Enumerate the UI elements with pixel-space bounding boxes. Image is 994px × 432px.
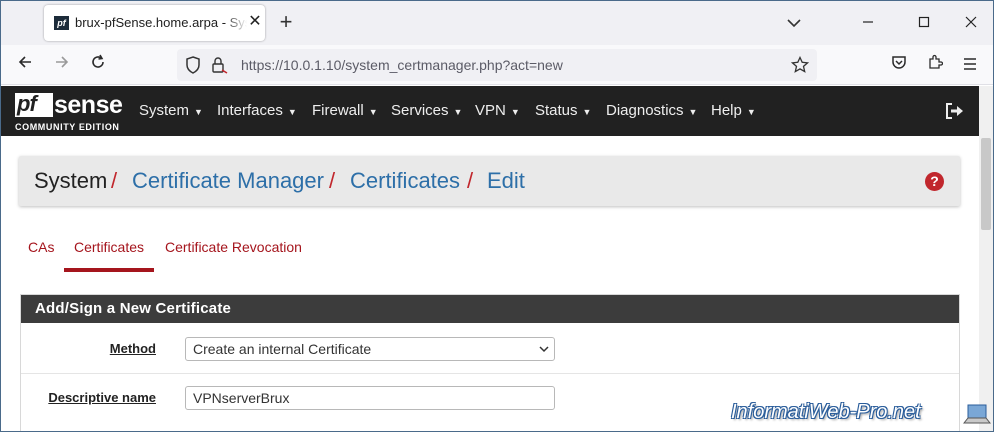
breadcrumb-separator: /: [111, 168, 118, 193]
caret-down-icon: ▼: [453, 107, 463, 117]
address-bar[interactable]: https://10.0.1.10/system_certmanager.php…: [177, 49, 817, 81]
menu-status-label: Status: [535, 102, 578, 119]
logo-edition: COMMUNITY EDITION: [15, 122, 120, 132]
active-tab-underline: [64, 268, 154, 272]
pocket-icon[interactable]: [887, 53, 911, 77]
breadcrumb: System / Certificate Manager / Certifica…: [19, 156, 960, 206]
main-content: System / Certificate Manager / Certifica…: [1, 137, 979, 431]
pfsense-favicon-icon: pf: [54, 16, 69, 30]
descriptive-name-label: Descriptive name: [48, 390, 156, 405]
menu-vpn-label: VPN: [475, 102, 506, 119]
breadcrumb-separator: /: [329, 168, 336, 193]
navigation-bar: https://10.0.1.10/system_certmanager.php…: [1, 45, 993, 85]
tab-certificates[interactable]: Certificates: [74, 239, 144, 255]
reload-icon[interactable]: [86, 53, 110, 77]
vertical-scrollbar[interactable]: [979, 86, 993, 431]
laptop-logo-icon: [962, 403, 992, 427]
menu-system[interactable]: System ▼: [139, 86, 203, 136]
maximize-icon[interactable]: [909, 11, 939, 35]
browser-window: pf brux-pfSense.home.arpa - System: Cert…: [0, 0, 994, 432]
tab-title: brux-pfSense.home.arpa - System: Certifi…: [75, 15, 247, 30]
chevron-down-icon: [539, 338, 549, 368]
caret-down-icon: ▼: [746, 107, 756, 117]
method-label: Method: [109, 341, 156, 356]
logout-icon[interactable]: [945, 102, 967, 120]
pfsense-header: pf sense COMMUNITY EDITION System ▼ Inter…: [1, 86, 979, 136]
breadcrumb-system: System: [34, 168, 108, 193]
new-tab-icon[interactable]: +: [275, 10, 297, 34]
menu-services[interactable]: Services ▼: [391, 86, 462, 136]
menu-system-label: System: [139, 102, 190, 119]
menu-help[interactable]: Help ▼: [711, 86, 756, 136]
menu-interfaces[interactable]: Interfaces ▼: [217, 86, 297, 136]
watermark-text: InformatiWeb-Pro.net: [731, 401, 921, 423]
menu-vpn[interactable]: VPN ▼: [475, 86, 520, 136]
tab-cas[interactable]: CAs: [28, 239, 54, 255]
extensions-icon[interactable]: [923, 53, 947, 77]
caret-down-icon: ▼: [287, 107, 297, 117]
menu-diagnostics[interactable]: Diagnostics ▼: [606, 86, 697, 136]
tab-strip: pf brux-pfSense.home.arpa - System: Cert…: [1, 1, 993, 45]
menu-interfaces-label: Interfaces: [217, 102, 283, 119]
minimize-icon[interactable]: [853, 11, 883, 35]
close-window-icon[interactable]: [956, 11, 986, 35]
menu-status[interactable]: Status ▼: [535, 86, 591, 136]
back-icon[interactable]: [13, 53, 37, 77]
tab-list-chevron-icon[interactable]: [779, 11, 809, 35]
close-tab-icon[interactable]: ✕: [246, 13, 264, 31]
help-icon[interactable]: ?: [925, 172, 944, 191]
caret-down-icon: ▼: [194, 107, 203, 117]
lock-icon[interactable]: [210, 56, 228, 79]
scrollbar-thumb[interactable]: [981, 138, 991, 230]
url-host: https://10.0.1.10: [241, 57, 342, 73]
breadcrumb-certificates[interactable]: Certificates: [350, 168, 460, 194]
menu-diagnostics-label: Diagnostics: [606, 102, 684, 119]
descriptive-name-input[interactable]: VPNserverBrux: [185, 386, 555, 410]
browser-tab[interactable]: pf brux-pfSense.home.arpa - System: Cert…: [44, 5, 265, 41]
caret-down-icon: ▼: [582, 107, 592, 117]
url-path: /system_certmanager.php?act=new: [341, 57, 563, 73]
menu-icon[interactable]: [958, 53, 982, 77]
url-text[interactable]: https://10.0.1.10/system_certmanager.php…: [241, 57, 563, 73]
logo-pf: pf: [15, 93, 53, 117]
breadcrumb-separator: /: [467, 168, 474, 193]
menu-firewall[interactable]: Firewall ▼: [312, 86, 378, 136]
caret-down-icon: ▼: [510, 107, 520, 117]
menu-help-label: Help: [711, 102, 742, 119]
shield-icon[interactable]: [185, 56, 201, 79]
method-select-value: Create an internal Certificate: [193, 341, 372, 357]
pfsense-logo[interactable]: pf sense COMMUNITY EDITION: [14, 91, 124, 133]
breadcrumb-edit[interactable]: Edit: [487, 168, 525, 194]
method-select[interactable]: Create an internal Certificate: [185, 337, 555, 361]
logo-sense: sense: [54, 91, 123, 119]
caret-down-icon: ▼: [688, 107, 698, 117]
panel-title: Add/Sign a New Certificate: [21, 295, 959, 323]
method-row: Method Create an internal Certificate: [21, 323, 959, 374]
star-icon[interactable]: [790, 55, 810, 79]
menu-services-label: Services: [391, 102, 449, 119]
tab-certificate-revocation[interactable]: Certificate Revocation: [165, 239, 302, 255]
breadcrumb-certificate-manager[interactable]: Certificate Manager: [132, 168, 324, 194]
caret-down-icon: ▼: [368, 107, 378, 117]
menu-firewall-label: Firewall: [312, 102, 364, 119]
forward-icon[interactable]: [50, 53, 74, 77]
